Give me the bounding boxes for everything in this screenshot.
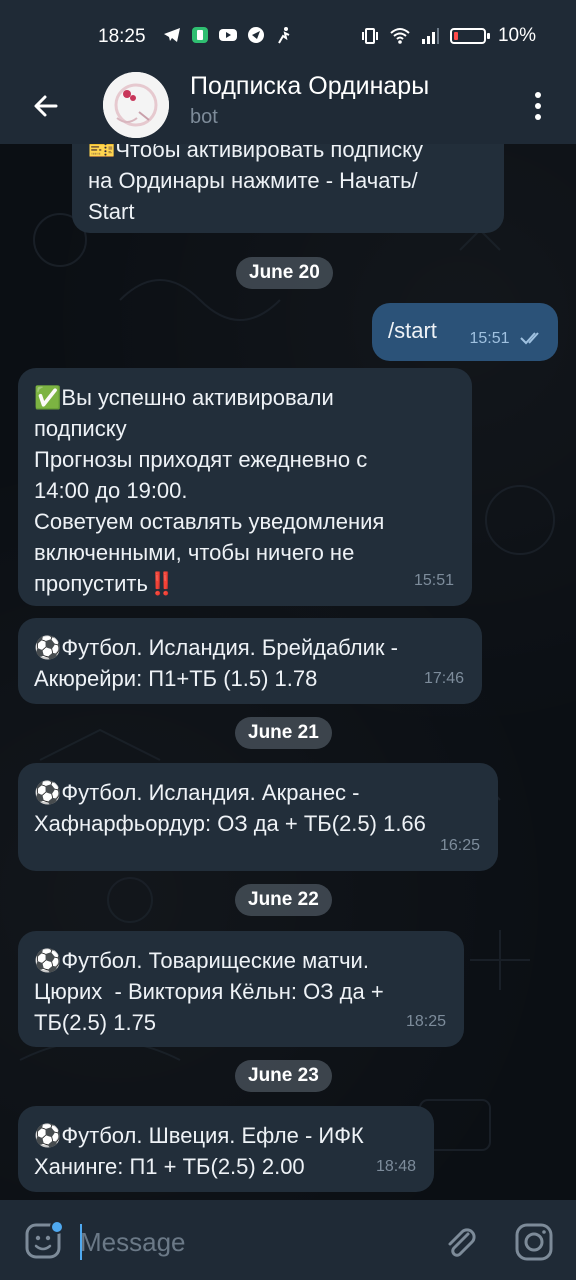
paperclip-icon[interactable] [440,1222,480,1262]
more-menu-button[interactable] [524,82,552,130]
message-time: 15:51 [470,323,547,354]
arrow-left-icon [34,95,58,117]
message-bubble-outgoing[interactable]: /start 15:51 [372,303,558,361]
message-bubble[interactable]: ⚽️Футбол. Товарищеские матчи. Цюрих - Ви… [18,931,464,1047]
message-time: 18:25 [405,1013,446,1030]
telegram-icon [164,28,180,42]
message-text: ⚽️Футбол. Исландия. Акранес - Хафнарфьор… [34,780,426,836]
message-text: ⚽️Футбол. Товарищеские матчи. Цюрих - Ви… [34,948,384,1035]
battery-icon [449,28,490,44]
message-text: 🎫Чтобы активировать подписку на Ординары… [88,144,423,224]
chat-title[interactable]: Подписка Ординары [190,72,429,101]
app-notification-icon [192,27,208,43]
status-time: 18:25 [98,26,146,47]
double-check-icon [520,332,539,345]
date-separator: June 22 [235,884,332,916]
message-input[interactable] [80,1222,420,1262]
message-time: 17:46 [423,670,464,687]
message-text: ⚽️Футбол. Исландия. Брейдаблик - Акюрейр… [34,635,398,691]
chat-header: Подписка Ординары bot [0,72,576,144]
wifi-icon [390,28,410,44]
system-icons: 10% [360,25,536,47]
battery-percent: 10% [497,25,536,46]
message-bubble[interactable]: ⚽️Футбол. Исландия. Брейдаблик - Акюрейр… [18,618,482,704]
message-list[interactable]: 🎫Чтобы активировать подписку на Ординары… [0,144,576,1200]
message-time: 18:48 [375,1158,416,1175]
message-time: 16:25 [439,837,480,854]
message-bubble[interactable]: ⚽️Футбол. Швеция. Ефле - ИФК Ханинге: П1… [18,1106,434,1192]
navigation-icon [248,27,264,43]
bot-avatar-image [103,72,169,138]
message-bubble[interactable]: ✅Вы успешно активировали подписку Прогно… [18,368,472,606]
message-text: ⚽️Футбол. Швеция. Ефле - ИФК Ханинге: П1… [34,1123,364,1179]
more-vertical-icon [535,92,541,98]
message-time: 15:51 [413,572,454,589]
date-separator: June 21 [235,717,332,749]
notification-icons [162,25,294,45]
status-bar: 18:25 10% [0,0,576,72]
message-bubble[interactable]: 🎫Чтобы активировать подписку на Ординары… [72,144,504,233]
back-button[interactable] [26,86,66,126]
vibrate-icon [361,28,378,44]
camera-icon[interactable] [514,1222,554,1262]
signal-icon [421,28,439,44]
avatar[interactable] [103,72,169,138]
date-separator: June 20 [236,257,333,289]
chat-subtitle: bot [190,106,218,128]
message-bubble[interactable]: ⚽️Футбол. Исландия. Акранес - Хафнарфьор… [18,763,498,871]
message-composer [0,1200,576,1280]
message-text: ✅Вы успешно активировали подписку Прогно… [34,385,385,596]
new-stickers-dot [50,1220,64,1234]
date-separator: June 23 [235,1060,332,1092]
activity-icon [278,27,290,44]
youtube-icon [219,29,237,41]
